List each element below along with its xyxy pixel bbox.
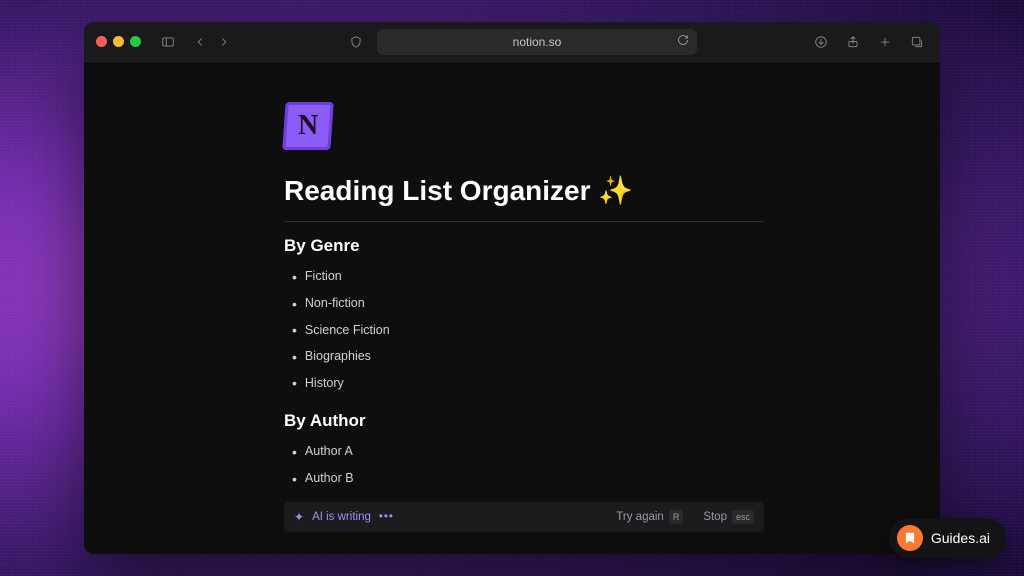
browser-window: notion.so N Reading List Organizer ✨ By … [84,22,940,554]
ai-status-bar: ✦ AI is writing ••• Try again R Stop esc [284,502,764,532]
section-heading[interactable]: By Author [284,411,764,431]
section-heading[interactable]: By Genre [284,236,764,256]
share-icon[interactable] [842,31,864,53]
list-item[interactable]: Author A [292,439,764,466]
browser-titlebar: notion.so [84,22,940,62]
back-button[interactable] [189,31,211,53]
stop-key: esc [732,510,754,524]
page-body: N Reading List Organizer ✨ By Genre Fict… [84,62,940,554]
stop-button[interactable]: Stop esc [703,510,754,524]
list-item[interactable]: Non-fiction [292,291,764,318]
ai-status-text: AI is writing [312,511,371,523]
try-again-key: R [669,510,684,524]
close-window-button[interactable] [96,36,107,47]
try-again-button[interactable]: Try again R [616,510,683,524]
loading-dots-icon: ••• [379,511,394,523]
list-item[interactable]: Fiction [292,264,764,291]
minimize-window-button[interactable] [113,36,124,47]
window-controls [96,36,141,47]
refresh-icon[interactable] [677,34,689,49]
list-item[interactable]: History [292,370,764,397]
tabs-overview-icon[interactable] [906,31,928,53]
page-title[interactable]: Reading List Organizer ✨ [284,174,764,207]
guides-ai-pill[interactable]: Guides.ai [889,518,1006,558]
maximize-window-button[interactable] [130,36,141,47]
sidebar-toggle-icon[interactable] [157,31,179,53]
address-bar[interactable]: notion.so [377,29,697,55]
shield-icon[interactable] [345,31,367,53]
section-author: By Author Author A Author B [284,411,764,492]
forward-button[interactable] [213,31,235,53]
section-genre: By Genre Fiction Non-fiction Science Fic… [284,236,764,397]
logo-letter: N [298,110,318,142]
guides-label: Guides.ai [931,530,990,546]
downloads-icon[interactable] [810,31,832,53]
title-divider [284,221,764,222]
new-tab-icon[interactable] [874,31,896,53]
sparkle-icon: ✦ [294,510,304,524]
bookmark-icon [897,525,923,551]
url-text: notion.so [513,35,562,49]
list-item[interactable]: Science Fiction [292,317,764,344]
notion-logo-icon: N [282,102,333,150]
list-item[interactable]: Biographies [292,344,764,371]
list-item[interactable]: Author B [292,466,764,493]
